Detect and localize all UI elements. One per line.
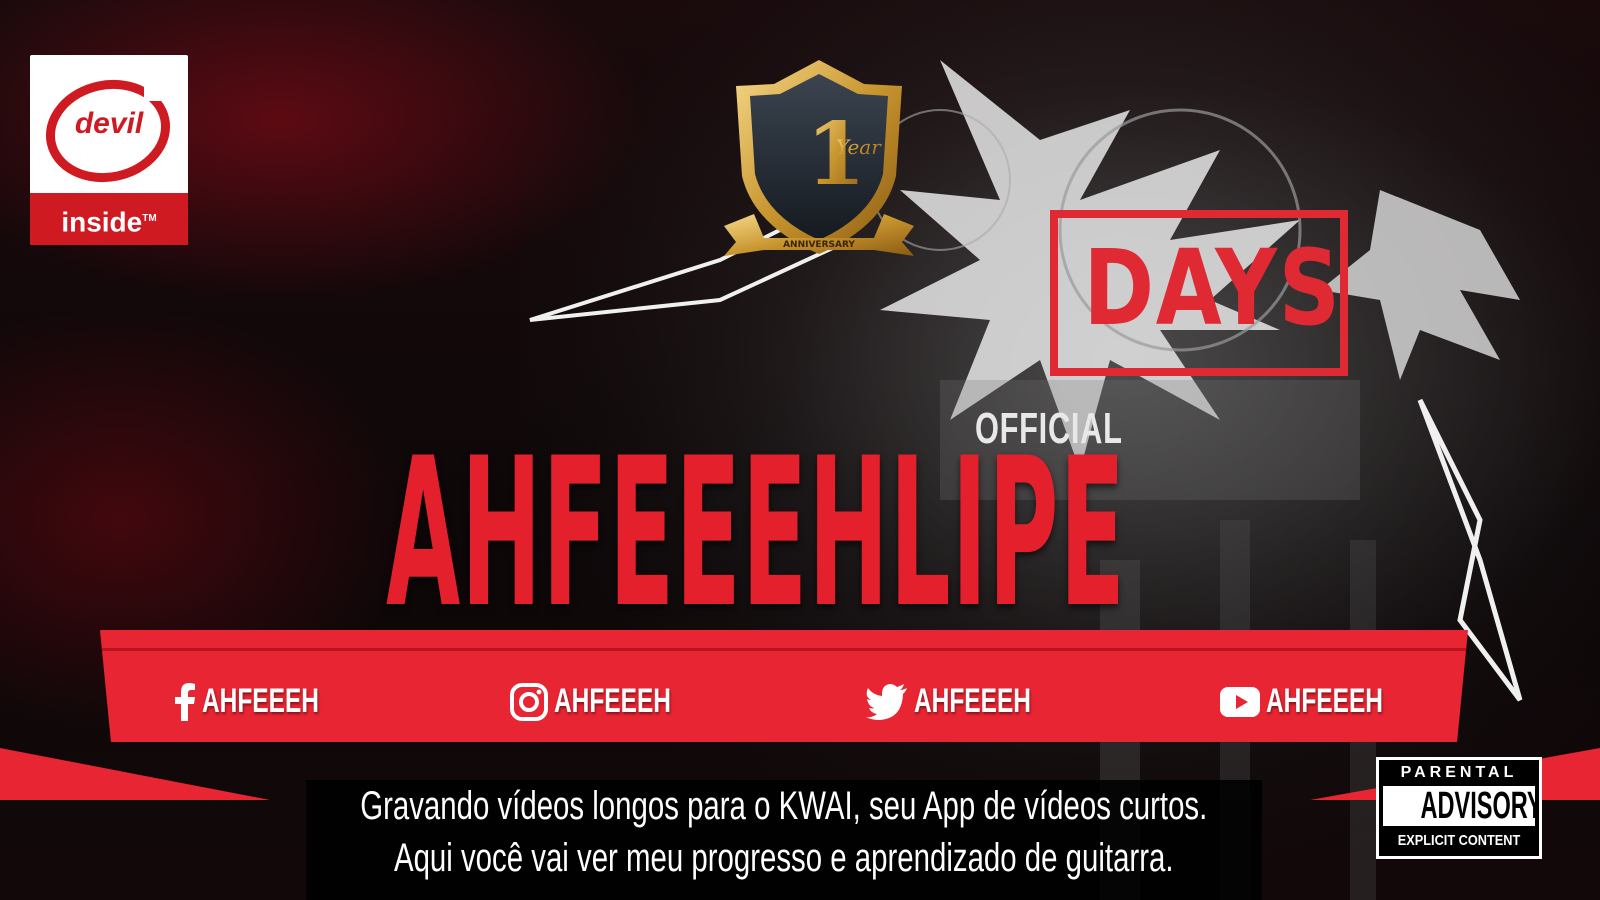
description-box: Gravando vídeos longos para o KWAI, seu … (306, 780, 1262, 900)
trademark-mark: TM (142, 213, 157, 224)
social-banner: AHFEEEH AHFEEEH AHFEEEH AHFEEEH (100, 630, 1468, 742)
instagram-handle: AHFEEEH (554, 682, 671, 720)
facebook-handle: AHFEEEH (202, 682, 319, 720)
badge-unit: Year (836, 135, 882, 159)
logo-tagline-text: inside (61, 206, 143, 238)
advisory-top-text: PARENTAL (1400, 764, 1518, 781)
description-line-1: Gravando vídeos longos para o KWAI, seu … (360, 784, 1208, 828)
youtube-handle: AHFEEEH (1266, 682, 1383, 720)
social-youtube[interactable]: AHFEEEH (1220, 682, 1428, 721)
days-stamp-text: DAYS (1083, 227, 1342, 349)
channel-title: AHFEEEHLIPE (386, 415, 1126, 653)
advisory-middle: ADVISORY (1383, 786, 1535, 826)
twitter-handle: AHFEEEH (914, 682, 1031, 720)
social-instagram[interactable]: AHFEEEH (510, 682, 716, 721)
social-twitter[interactable]: AHFEEEH (866, 682, 1076, 721)
parental-advisory-label: PARENTAL ADVISORY EXPLICIT CONTENT (1376, 757, 1542, 859)
facebook-icon (175, 682, 195, 721)
advisory-bottom-text: EXPLICIT CONTENT (1397, 832, 1521, 849)
youtube-icon (1220, 686, 1260, 717)
description-line-2: Aqui você vai ver meu progresso e aprend… (393, 836, 1174, 880)
logo-brand-text: devil (74, 107, 144, 140)
instagram-icon (510, 682, 548, 721)
banner-divider (100, 648, 1468, 651)
days-stamp: DAYS (1050, 210, 1348, 376)
twitter-icon (866, 683, 907, 720)
anniversary-badge: 1 Year ANNIVERSARY (724, 60, 914, 256)
logo-tagline: insideTM (30, 193, 188, 245)
badge-ribbon-text: ANNIVERSARY (783, 240, 855, 250)
devil-inside-logo: devil insideTM (30, 55, 188, 245)
social-facebook[interactable]: AHFEEEH (174, 682, 364, 721)
advisory-middle-text: ADVISORY (1420, 786, 1535, 826)
